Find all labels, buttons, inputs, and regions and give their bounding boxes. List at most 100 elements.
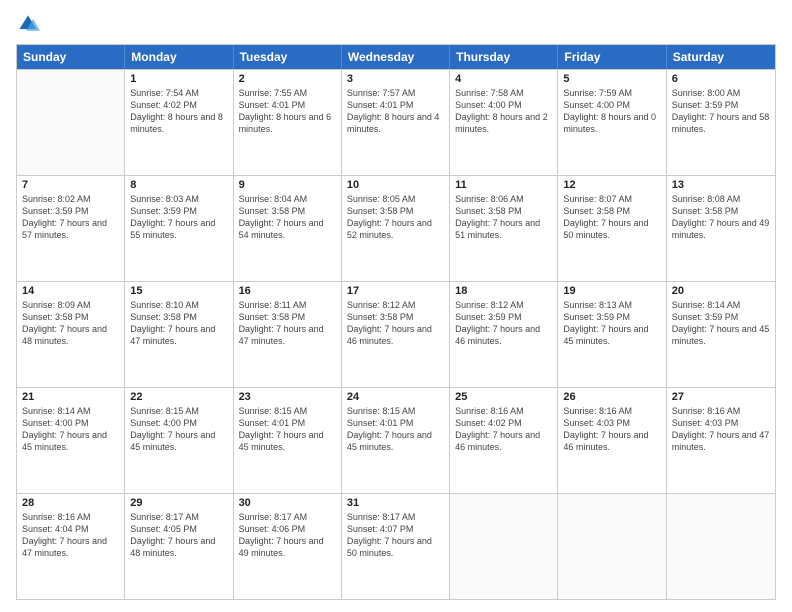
day-info: Sunrise: 8:16 AMSunset: 4:04 PMDaylight:… bbox=[22, 511, 119, 560]
day-info: Sunrise: 8:13 AMSunset: 3:59 PMDaylight:… bbox=[563, 299, 660, 348]
calendar-cell: 24 Sunrise: 8:15 AMSunset: 4:01 PMDayligh… bbox=[342, 388, 450, 493]
day-number: 11 bbox=[455, 179, 552, 191]
calendar-cell: 5Sunrise: 7:59 AMSunset: 4:00 PMDaylight… bbox=[558, 70, 666, 175]
calendar-cell: 28 Sunrise: 8:16 AMSunset: 4:04 PMDayligh… bbox=[17, 494, 125, 599]
calendar-cell bbox=[667, 494, 775, 599]
calendar-cell: 6Sunrise: 8:00 AMSunset: 3:59 PMDaylight… bbox=[667, 70, 775, 175]
logo bbox=[16, 12, 44, 36]
day-info: Sunrise: 7:54 AMSunset: 4:02 PMDaylight:… bbox=[130, 87, 227, 136]
day-info: Sunrise: 8:11 AMSunset: 3:58 PMDaylight:… bbox=[239, 299, 336, 348]
day-number: 25 bbox=[455, 391, 552, 403]
calendar-week-1: 1 Sunrise: 7:54 AMSunset: 4:02 PMDaylight… bbox=[17, 69, 775, 175]
day-number: 1 bbox=[130, 73, 227, 85]
calendar-cell: 10Sunrise: 8:05 AMSunset: 3:58 PMDayligh… bbox=[342, 176, 450, 281]
day-number: 22 bbox=[130, 391, 227, 403]
day-header-wednesday: Wednesday bbox=[342, 45, 450, 69]
day-number: 3 bbox=[347, 73, 444, 85]
calendar: SundayMondayTuesdayWednesdayThursdayFrid… bbox=[16, 44, 776, 600]
day-number: 13 bbox=[672, 179, 770, 191]
calendar-cell: 16 Sunrise: 8:11 AMSunset: 3:58 PMDayligh… bbox=[234, 282, 342, 387]
day-header-sunday: Sunday bbox=[17, 45, 125, 69]
day-header-tuesday: Tuesday bbox=[234, 45, 342, 69]
calendar-cell: 13 Sunrise: 8:08 AMSunset: 3:58 PMDayligh… bbox=[667, 176, 775, 281]
day-info: Sunrise: 8:14 AMSunset: 3:59 PMDaylight:… bbox=[672, 299, 770, 348]
day-number: 10 bbox=[347, 179, 444, 191]
calendar-cell: 4 Sunrise: 7:58 AMSunset: 4:00 PMDaylight… bbox=[450, 70, 558, 175]
day-info: Sunrise: 7:57 AMSunset: 4:01 PMDaylight:… bbox=[347, 87, 444, 136]
day-info: Sunrise: 8:08 AMSunset: 3:58 PMDaylight:… bbox=[672, 193, 770, 242]
page: SundayMondayTuesdayWednesdayThursdayFrid… bbox=[0, 0, 792, 612]
day-info: Sunrise: 8:16 AMSunset: 4:03 PMDaylight:… bbox=[563, 405, 660, 454]
calendar-cell: 9 Sunrise: 8:04 AMSunset: 3:58 PMDaylight… bbox=[234, 176, 342, 281]
day-number: 2 bbox=[239, 73, 336, 85]
day-number: 30 bbox=[239, 497, 336, 509]
day-info: Sunrise: 8:16 AMSunset: 4:03 PMDaylight:… bbox=[672, 405, 770, 454]
day-info: Sunrise: 8:09 AMSunset: 3:58 PMDaylight:… bbox=[22, 299, 119, 348]
day-info: Sunrise: 8:16 AMSunset: 4:02 PMDaylight:… bbox=[455, 405, 552, 454]
calendar-cell: 31Sunrise: 8:17 AMSunset: 4:07 PMDayligh… bbox=[342, 494, 450, 599]
day-number: 12 bbox=[563, 179, 660, 191]
header bbox=[16, 12, 776, 36]
day-info: Sunrise: 8:15 AMSunset: 4:00 PMDaylight:… bbox=[130, 405, 227, 454]
day-info: Sunrise: 8:04 AMSunset: 3:58 PMDaylight:… bbox=[239, 193, 336, 242]
calendar-cell: 2 Sunrise: 7:55 AMSunset: 4:01 PMDaylight… bbox=[234, 70, 342, 175]
calendar-cell: 17 Sunrise: 8:12 AMSunset: 3:58 PMDayligh… bbox=[342, 282, 450, 387]
day-header-monday: Monday bbox=[125, 45, 233, 69]
calendar-cell bbox=[450, 494, 558, 599]
day-info: Sunrise: 7:59 AMSunset: 4:00 PMDaylight:… bbox=[563, 87, 660, 136]
calendar-cell: 11Sunrise: 8:06 AMSunset: 3:58 PMDayligh… bbox=[450, 176, 558, 281]
day-info: Sunrise: 7:58 AMSunset: 4:00 PMDaylight:… bbox=[455, 87, 552, 136]
day-info: Sunrise: 8:17 AMSunset: 4:05 PMDaylight:… bbox=[130, 511, 227, 560]
day-number: 19 bbox=[563, 285, 660, 297]
day-info: Sunrise: 8:07 AMSunset: 3:58 PMDaylight:… bbox=[563, 193, 660, 242]
day-number: 7 bbox=[22, 179, 119, 191]
day-number: 26 bbox=[563, 391, 660, 403]
calendar-cell: 7Sunrise: 8:02 AMSunset: 3:59 PMDaylight… bbox=[17, 176, 125, 281]
calendar-week-4: 21 Sunrise: 8:14 AMSunset: 4:00 PMDayligh… bbox=[17, 387, 775, 493]
calendar-cell: 15 Sunrise: 8:10 AMSunset: 3:58 PMDayligh… bbox=[125, 282, 233, 387]
calendar-cell: 23 Sunrise: 8:15 AMSunset: 4:01 PMDayligh… bbox=[234, 388, 342, 493]
day-number: 18 bbox=[455, 285, 552, 297]
calendar-week-3: 14Sunrise: 8:09 AMSunset: 3:58 PMDayligh… bbox=[17, 281, 775, 387]
day-number: 15 bbox=[130, 285, 227, 297]
calendar-cell: 12 Sunrise: 8:07 AMSunset: 3:58 PMDayligh… bbox=[558, 176, 666, 281]
day-number: 4 bbox=[455, 73, 552, 85]
day-number: 31 bbox=[347, 497, 444, 509]
calendar-cell: 30 Sunrise: 8:17 AMSunset: 4:06 PMDayligh… bbox=[234, 494, 342, 599]
calendar-cell: 18Sunrise: 8:12 AMSunset: 3:59 PMDayligh… bbox=[450, 282, 558, 387]
day-header-thursday: Thursday bbox=[450, 45, 558, 69]
calendar-cell: 1 Sunrise: 7:54 AMSunset: 4:02 PMDaylight… bbox=[125, 70, 233, 175]
day-number: 29 bbox=[130, 497, 227, 509]
day-header-saturday: Saturday bbox=[667, 45, 775, 69]
day-number: 21 bbox=[22, 391, 119, 403]
day-info: Sunrise: 8:14 AMSunset: 4:00 PMDaylight:… bbox=[22, 405, 119, 454]
calendar-cell: 27 Sunrise: 8:16 AMSunset: 4:03 PMDayligh… bbox=[667, 388, 775, 493]
calendar-cell: 19 Sunrise: 8:13 AMSunset: 3:59 PMDayligh… bbox=[558, 282, 666, 387]
day-number: 24 bbox=[347, 391, 444, 403]
day-number: 9 bbox=[239, 179, 336, 191]
day-info: Sunrise: 7:55 AMSunset: 4:01 PMDaylight:… bbox=[239, 87, 336, 136]
day-info: Sunrise: 8:12 AMSunset: 3:58 PMDaylight:… bbox=[347, 299, 444, 348]
day-number: 16 bbox=[239, 285, 336, 297]
calendar-cell: 25 Sunrise: 8:16 AMSunset: 4:02 PMDayligh… bbox=[450, 388, 558, 493]
day-number: 23 bbox=[239, 391, 336, 403]
calendar-cell: 20Sunrise: 8:14 AMSunset: 3:59 PMDayligh… bbox=[667, 282, 775, 387]
day-info: Sunrise: 8:15 AMSunset: 4:01 PMDaylight:… bbox=[347, 405, 444, 454]
calendar-header: SundayMondayTuesdayWednesdayThursdayFrid… bbox=[17, 45, 775, 69]
calendar-cell: 3 Sunrise: 7:57 AMSunset: 4:01 PMDaylight… bbox=[342, 70, 450, 175]
calendar-cell bbox=[17, 70, 125, 175]
day-info: Sunrise: 8:17 AMSunset: 4:06 PMDaylight:… bbox=[239, 511, 336, 560]
calendar-week-2: 7Sunrise: 8:02 AMSunset: 3:59 PMDaylight… bbox=[17, 175, 775, 281]
day-number: 28 bbox=[22, 497, 119, 509]
calendar-week-5: 28 Sunrise: 8:16 AMSunset: 4:04 PMDayligh… bbox=[17, 493, 775, 599]
calendar-cell: 26 Sunrise: 8:16 AMSunset: 4:03 PMDayligh… bbox=[558, 388, 666, 493]
day-info: Sunrise: 8:00 AMSunset: 3:59 PMDaylight:… bbox=[672, 87, 770, 136]
day-number: 27 bbox=[672, 391, 770, 403]
day-info: Sunrise: 8:10 AMSunset: 3:58 PMDaylight:… bbox=[130, 299, 227, 348]
calendar-body: 1 Sunrise: 7:54 AMSunset: 4:02 PMDaylight… bbox=[17, 69, 775, 599]
calendar-cell: 29 Sunrise: 8:17 AMSunset: 4:05 PMDayligh… bbox=[125, 494, 233, 599]
logo-icon bbox=[16, 12, 40, 36]
calendar-cell: 8Sunrise: 8:03 AMSunset: 3:59 PMDaylight… bbox=[125, 176, 233, 281]
day-number: 17 bbox=[347, 285, 444, 297]
day-info: Sunrise: 8:15 AMSunset: 4:01 PMDaylight:… bbox=[239, 405, 336, 454]
